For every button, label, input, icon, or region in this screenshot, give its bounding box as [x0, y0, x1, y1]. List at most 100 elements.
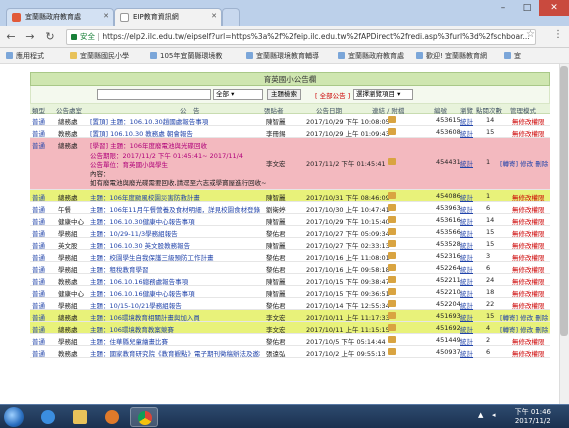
attachment-folder-icon[interactable]: [388, 128, 396, 135]
network-icon[interactable]: ▲: [478, 411, 483, 419]
scrollbar-thumb[interactable]: [560, 66, 568, 336]
search-input[interactable]: [97, 89, 211, 100]
new-tab-button[interactable]: [222, 8, 240, 26]
bookmark-apps[interactable]: 應用程式: [6, 51, 44, 61]
reload-icon[interactable]: ↻: [42, 29, 58, 45]
taskbar-chrome[interactable]: [130, 407, 158, 427]
row-subject-link[interactable]: 主題：106.10.30 英文股教務報告: [90, 240, 260, 250]
search-button[interactable]: 主題檢索: [267, 89, 301, 100]
row-subject-link[interactable]: 主題：106環境教育相關計畫與加入員: [90, 312, 260, 322]
tab-education-office[interactable]: 宜蘭縣政府教育處 ✕: [6, 8, 114, 26]
row-stat-link[interactable]: 統計: [460, 288, 473, 298]
attachment-folder-icon[interactable]: [388, 336, 396, 343]
row-subject-link[interactable]: 主題：106年度颱風校園災害防救計畫: [90, 192, 260, 202]
row-stat-link[interactable]: 統計: [460, 158, 473, 168]
row-manage[interactable]: [轉寄] 修改 刪除: [500, 324, 548, 334]
row-subject-link[interactable]: 主題：106.10.30健康中心報告事項: [90, 216, 260, 226]
row-type: 普通: [32, 118, 45, 126]
bookmark-1[interactable]: 宜蘭縣國民小學: [70, 51, 129, 61]
attachment-folder-icon[interactable]: [388, 252, 396, 259]
bookmark-6[interactable]: 宜: [504, 51, 521, 61]
row-subject-link[interactable]: 主題：106.10.16總務處報告事項: [90, 276, 260, 286]
address-bar[interactable]: 安全 | https://elp2.ilc.edu.tw/eipself?url…: [66, 29, 536, 45]
row-subject-link[interactable]: 主題：106.10.16健康中心報告事項: [90, 288, 260, 298]
row-subject-link[interactable]: 主題：106年11月午餐營養及食材明細，詳見校園食材登錄平台: [90, 204, 260, 214]
attachment-folder-icon[interactable]: [388, 240, 396, 247]
row-manage[interactable]: [轉寄] 修改 刪除: [500, 158, 548, 168]
row-stat-link[interactable]: 統計: [460, 348, 473, 358]
taskbar-ie[interactable]: [34, 407, 62, 427]
attachment-folder-icon[interactable]: [388, 192, 396, 199]
back-arrow-icon[interactable]: ←: [3, 29, 19, 45]
attachment-folder-icon[interactable]: [388, 324, 396, 331]
forward-arrow-icon[interactable]: →: [22, 29, 38, 45]
row-subject-link[interactable]: 主題：106環境教育教案競賽: [90, 324, 260, 334]
row-subject-link[interactable]: 主題：國家教育研究院《教育觀點》電子期刊徵稿辦法及邀稿主題: [90, 348, 260, 358]
table-row: 普通 英文股 主題：106.10.30 英文股教務報告 陳智麗 2017/10/27 下…: [30, 238, 550, 250]
chrome-icon: [138, 411, 152, 425]
row-stat-link[interactable]: 統計: [460, 228, 473, 238]
start-button[interactable]: [4, 407, 24, 427]
row-stat-link[interactable]: 統計: [460, 276, 473, 286]
taskbar-clock[interactable]: 下午 01:46 2017/11/2: [515, 408, 551, 426]
row-stat-link[interactable]: 統計: [460, 128, 473, 138]
tab-eip[interactable]: EIP教育資訊網 ✕: [114, 8, 222, 26]
page-viewport: 育英國小公告欄 全部 ▾ 主題檢索 [ 全部公告 ] 選擇瀏覽項目 ▾ 類型 公…: [0, 64, 569, 404]
attachment-folder-icon[interactable]: [388, 348, 396, 355]
row-stat-link[interactable]: 統計: [460, 240, 473, 250]
attachment-folder-icon[interactable]: [388, 228, 396, 235]
taskbar-explorer[interactable]: [66, 407, 94, 427]
attachment-folder-icon[interactable]: [388, 276, 396, 283]
columns-select[interactable]: 選擇瀏覽項目 ▾: [353, 89, 413, 100]
bookmark-star-icon[interactable]: ☆: [526, 29, 535, 40]
minimize-icon[interactable]: –: [491, 0, 515, 16]
close-icon[interactable]: ✕: [103, 12, 109, 20]
row-subject-link[interactable]: 主題：10/29-11/3學務組報告: [90, 228, 260, 238]
row-manage: 無修改權限: [512, 266, 545, 274]
row-stat-link[interactable]: 統計: [460, 204, 473, 214]
close-icon[interactable]: ✕: [211, 12, 217, 20]
row-stat-link[interactable]: 統計: [460, 252, 473, 262]
all-announcements-link[interactable]: [ 全部公告 ]: [315, 90, 350, 100]
taskbar-media[interactable]: [98, 407, 126, 427]
attachment-folder-icon[interactable]: [388, 312, 396, 319]
row-subject-link[interactable]: 主題：租稅教育學習: [90, 264, 260, 274]
row-stat-link[interactable]: 統計: [460, 324, 473, 334]
row-stat-link[interactable]: 統計: [460, 300, 473, 310]
scope-select[interactable]: 全部 ▾: [213, 89, 263, 100]
bookmark-5[interactable]: 歡迎! 宜蘭縣教育網: [416, 51, 487, 61]
attachment-folder-icon[interactable]: [388, 264, 396, 271]
row-stat-link[interactable]: 統計: [460, 116, 473, 126]
row-stat-link[interactable]: 統計: [460, 336, 473, 346]
row-subject-link[interactable]: [學習] 主題：106年度廢電池與光碟回收: [90, 140, 260, 150]
row-stat-link[interactable]: 統計: [460, 264, 473, 274]
row-manage: 無修改權限: [512, 302, 545, 310]
volume-icon[interactable]: ◂: [492, 411, 496, 419]
attachment-folder-icon[interactable]: [388, 116, 396, 123]
row-subject-link[interactable]: [置頂] 主題：106.10.30趙國處報告事項: [90, 116, 260, 126]
attachment-folder-icon[interactable]: [388, 204, 396, 211]
attachment-folder-icon[interactable]: [388, 300, 396, 307]
scrollbar[interactable]: [559, 64, 569, 404]
maximize-icon[interactable]: □: [515, 0, 539, 16]
bookmark-3[interactable]: 宜蘭縣環境教育輔導: [246, 51, 319, 61]
bookmark-4[interactable]: 宜蘭縣政府教育處: [338, 51, 404, 61]
attachment-folder-icon[interactable]: [388, 216, 396, 223]
row-manage[interactable]: [轉寄] 修改 刪除: [500, 312, 548, 322]
row-stat-link[interactable]: 統計: [460, 216, 473, 226]
menu-icon[interactable]: ⋮: [553, 29, 563, 40]
row-subject-link[interactable]: 主題：校園學生自我保護三級預防工作計畫: [90, 252, 260, 262]
row-subject-link[interactable]: 主題：10/15-10/21學務組報告: [90, 300, 260, 310]
row-stat-link[interactable]: 統計: [460, 312, 473, 322]
bookmark-2[interactable]: 105年宜蘭縣環境教: [150, 51, 222, 61]
row-type: 普通: [32, 290, 45, 298]
attachment-folder-icon[interactable]: [388, 288, 396, 295]
row-stat-link[interactable]: 統計: [460, 192, 473, 202]
row-number: 451449: [436, 336, 461, 344]
columns-select-value: 選擇瀏覽項目: [356, 90, 395, 98]
window-close-icon[interactable]: ✕: [539, 0, 569, 16]
attachment-folder-icon[interactable]: [388, 158, 396, 165]
table-row: 普通 總務處 主題：106環境教育相關計畫與加入員 李文宏 2017/10/11 上午 …: [30, 310, 550, 322]
row-subject-link[interactable]: 主題：住華縣兒童繪畫比賽: [90, 336, 260, 346]
row-subject-link[interactable]: [置頂] 106.10.30 教務處 朝會報告: [90, 128, 260, 138]
